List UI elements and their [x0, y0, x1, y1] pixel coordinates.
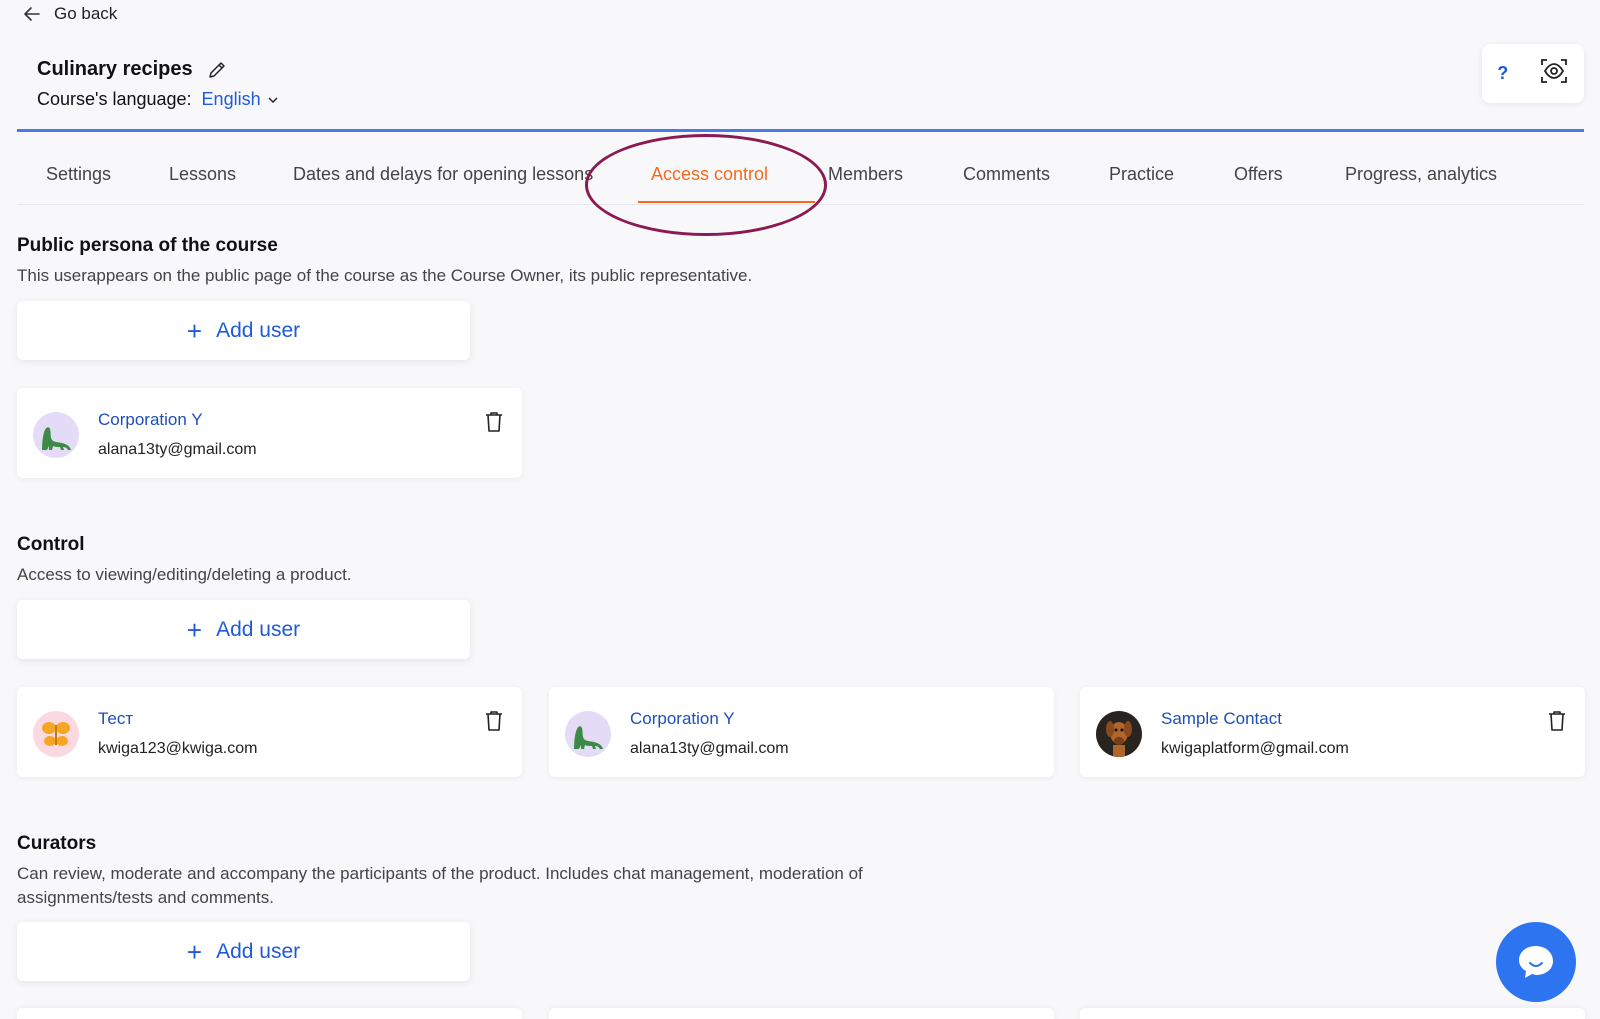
- user-email: alana13ty@gmail.com: [98, 441, 257, 458]
- curators-user-card-partial: [17, 1008, 522, 1019]
- tab-practice[interactable]: Practice: [1109, 164, 1174, 185]
- course-language-label: Course's language:: [37, 89, 192, 109]
- curators-add-user-button[interactable]: + Add user: [17, 922, 470, 981]
- arrow-left-icon: [24, 7, 40, 21]
- control-user-card: Corporation Y alana13ty@gmail.com: [549, 687, 1054, 777]
- curators-user-card-partial: [1080, 1008, 1585, 1019]
- plus-icon: +: [186, 936, 203, 967]
- top-actions-panel: ?: [1482, 44, 1584, 103]
- plus-icon: +: [186, 315, 203, 346]
- curators-title: Curators: [17, 833, 97, 854]
- tab-offers[interactable]: Offers: [1234, 164, 1283, 185]
- preview-button[interactable]: [1539, 56, 1569, 91]
- control-description: Access to viewing/editing/deleting a pro…: [17, 565, 352, 584]
- tab-comments[interactable]: Comments: [963, 164, 1050, 185]
- dinosaur-avatar: [33, 412, 79, 458]
- tab-lessons[interactable]: Lessons: [169, 164, 236, 185]
- plus-icon: +: [186, 614, 203, 645]
- butterfly-avatar: [33, 711, 79, 757]
- control-title: Control: [17, 534, 85, 555]
- dinosaur-avatar: [565, 711, 611, 757]
- chat-bubble-icon: [1519, 946, 1553, 978]
- go-back-label: Go back: [54, 4, 118, 23]
- public-persona-add-user-button[interactable]: + Add user: [17, 301, 470, 360]
- course-language-row: Course's language: English: [37, 89, 279, 110]
- help-button[interactable]: ?: [1497, 63, 1508, 84]
- user-name-link[interactable]: Тест: [98, 709, 133, 729]
- chevron-down-icon: [268, 97, 278, 103]
- tab-progress-analytics[interactable]: Progress, analytics: [1345, 164, 1497, 185]
- pencil-edit-icon[interactable]: [207, 60, 227, 80]
- control-user-card: Тест kwiga123@kwiga.com: [17, 687, 522, 777]
- user-email: kwigaplatform@gmail.com: [1161, 740, 1349, 757]
- add-user-label: Add user: [216, 617, 301, 641]
- course-title-row: Culinary recipes: [37, 58, 227, 81]
- course-language-value: English: [201, 89, 261, 109]
- course-language-select[interactable]: English: [202, 89, 279, 110]
- active-tab-underline: [638, 201, 815, 203]
- curators-description: Can review, moderate and accompany the p…: [17, 864, 863, 907]
- dog-avatar: [1096, 711, 1142, 757]
- course-title: Culinary recipes: [37, 58, 193, 80]
- tab-dates-and-delays[interactable]: Dates and delays for opening lessons: [293, 164, 593, 185]
- tab-members[interactable]: Members: [828, 164, 903, 185]
- user-name-link[interactable]: Corporation Y: [630, 709, 735, 729]
- trash-icon[interactable]: [1546, 709, 1568, 733]
- add-user-label: Add user: [216, 318, 301, 342]
- chat-support-button[interactable]: [1496, 922, 1576, 1002]
- add-user-label: Add user: [216, 939, 301, 963]
- public-persona-user-card: Corporation Y alana13ty@gmail.com: [17, 388, 522, 478]
- go-back-link[interactable]: Go back: [22, 4, 117, 24]
- tab-access-control[interactable]: Access control: [651, 164, 768, 185]
- trash-icon[interactable]: [483, 709, 505, 733]
- user-email: alana13ty@gmail.com: [630, 740, 789, 757]
- control-add-user-button[interactable]: + Add user: [17, 600, 470, 659]
- control-user-card: Sample Contact kwigaplatform@gmail.com: [1080, 687, 1585, 777]
- header-accent-line: [17, 129, 1584, 132]
- tab-settings[interactable]: Settings: [46, 164, 111, 185]
- public-persona-title: Public persona of the course: [17, 235, 278, 256]
- user-name-link[interactable]: Corporation Y: [98, 410, 203, 430]
- trash-icon[interactable]: [483, 410, 505, 434]
- public-persona-description: This userappears on the public page of t…: [17, 266, 753, 285]
- course-tabs: Settings Lessons Dates and delays for op…: [17, 150, 1584, 205]
- eye-preview-icon: [1540, 59, 1567, 83]
- curators-user-card-partial: [549, 1008, 1054, 1019]
- user-email: kwiga123@kwiga.com: [98, 740, 258, 757]
- user-name-link[interactable]: Sample Contact: [1161, 709, 1282, 729]
